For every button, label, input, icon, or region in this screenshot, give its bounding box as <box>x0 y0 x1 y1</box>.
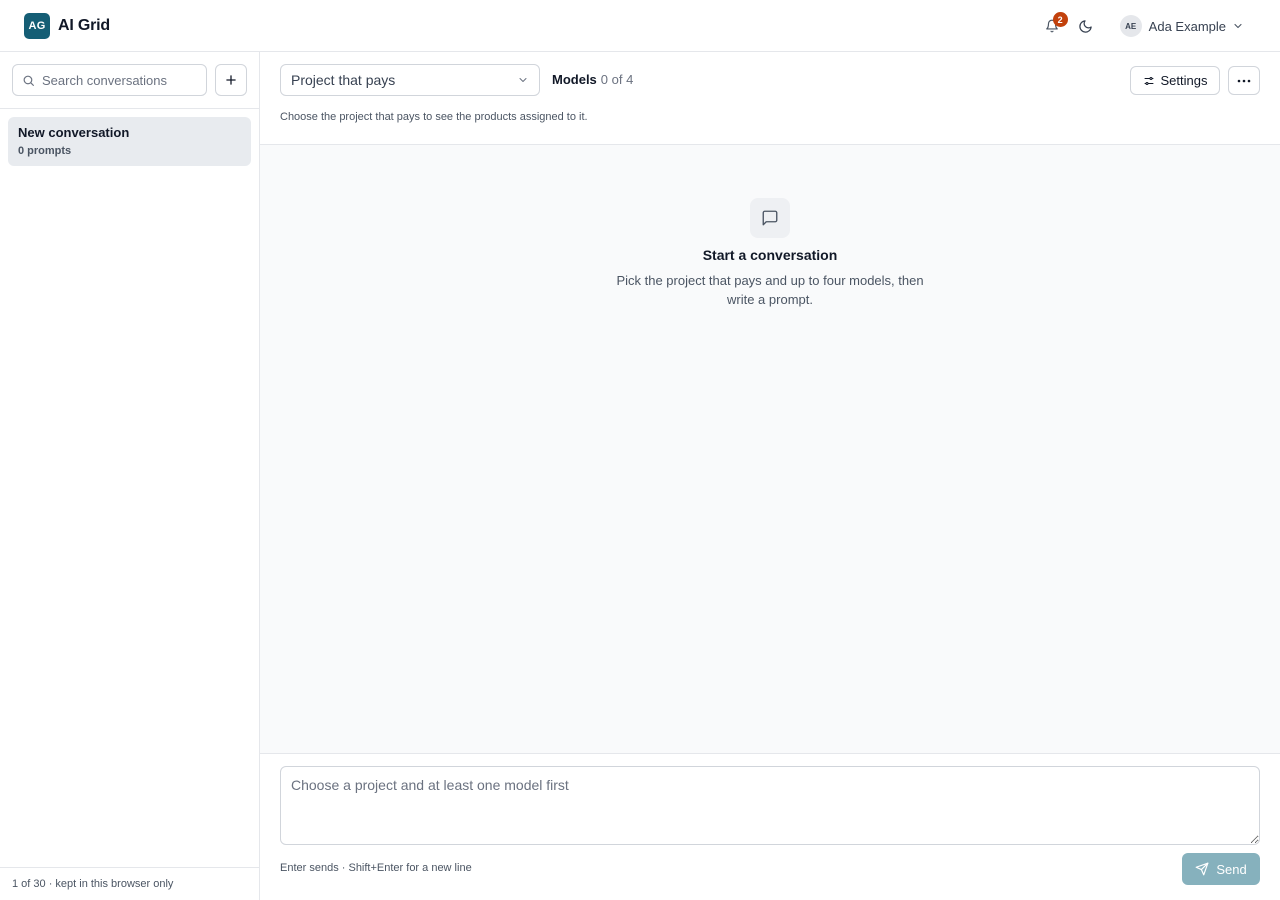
moon-icon <box>1079 19 1092 33</box>
conversation-toolbar: Project that pays Models 0 of 4 Settings … <box>260 52 1280 145</box>
chevron-down-icon <box>1232 20 1244 32</box>
keyboard-hint: Enter sends · Shift+Enter for a new line <box>280 862 472 874</box>
empty-state-title: Start a conversation <box>702 247 838 263</box>
search-icon <box>23 75 34 86</box>
conversation-list: New conversation 0 prompts <box>0 109 259 174</box>
project-hint: Choose the project that pays to see the … <box>280 111 588 123</box>
search-input[interactable] <box>42 72 192 88</box>
conversation-title: New conversation <box>18 125 130 140</box>
project-select-value: Project that pays <box>291 72 396 88</box>
send-icon <box>1195 862 1209 876</box>
send-button[interactable]: Send <box>1182 853 1260 885</box>
settings-button[interactable]: Settings <box>1130 66 1220 95</box>
models-counter: Models 0 of 4 <box>552 72 633 87</box>
ellipsis-icon <box>1237 79 1251 82</box>
empty-state-description: Pick the project that pays and up to fou… <box>616 273 924 307</box>
conversation-prompt-count: 0 prompts <box>18 145 72 157</box>
plus-icon <box>226 75 236 85</box>
notifications-button[interactable]: 2 <box>1040 12 1068 38</box>
user-name: Ada Example <box>1148 18 1226 34</box>
conversation-item[interactable]: New conversation 0 prompts <box>8 117 251 166</box>
notification-count-badge: 2 <box>1052 12 1068 27</box>
project-select[interactable]: Project that pays <box>280 64 540 96</box>
top-bar: AG AI Grid 2 AE Ada Example <box>0 0 1280 52</box>
conversation-area: Start a conversation Pick the project th… <box>260 145 1280 753</box>
header-actions: 2 AE Ada Example <box>1040 0 1244 52</box>
sidebar: New conversation 0 prompts 1 of 30 · kep… <box>0 52 260 900</box>
composer: Enter sends · Shift+Enter for a new line… <box>260 753 1280 900</box>
app-title: AI Grid <box>58 16 110 34</box>
new-conversation-button[interactable] <box>215 64 247 96</box>
main-panel: Project that pays Models 0 of 4 Settings … <box>260 52 1280 900</box>
sidebar-footer: 1 of 30 · kept in this browser only <box>0 867 259 900</box>
sidebar-toolbar <box>0 52 259 109</box>
models-label: Models <box>552 72 597 87</box>
storage-note: 1 of 30 · kept in this browser only <box>12 878 174 890</box>
app-logo[interactable]: AG <box>24 12 50 39</box>
models-count: 0 of 4 <box>600 72 634 87</box>
send-label: Send <box>1216 861 1247 877</box>
sliders-icon <box>1144 76 1153 85</box>
user-menu[interactable]: AE Ada Example <box>1119 15 1244 37</box>
message-square-icon <box>750 198 790 238</box>
more-options-button[interactable] <box>1228 66 1260 95</box>
settings-label: Settings <box>1160 73 1208 88</box>
search-box[interactable] <box>12 64 207 96</box>
chevron-down-icon <box>519 78 527 82</box>
avatar: AE <box>1119 15 1142 37</box>
empty-state: Start a conversation Pick the project th… <box>260 198 1280 309</box>
theme-toggle-button[interactable] <box>1074 14 1098 38</box>
prompt-input[interactable] <box>280 766 1260 845</box>
